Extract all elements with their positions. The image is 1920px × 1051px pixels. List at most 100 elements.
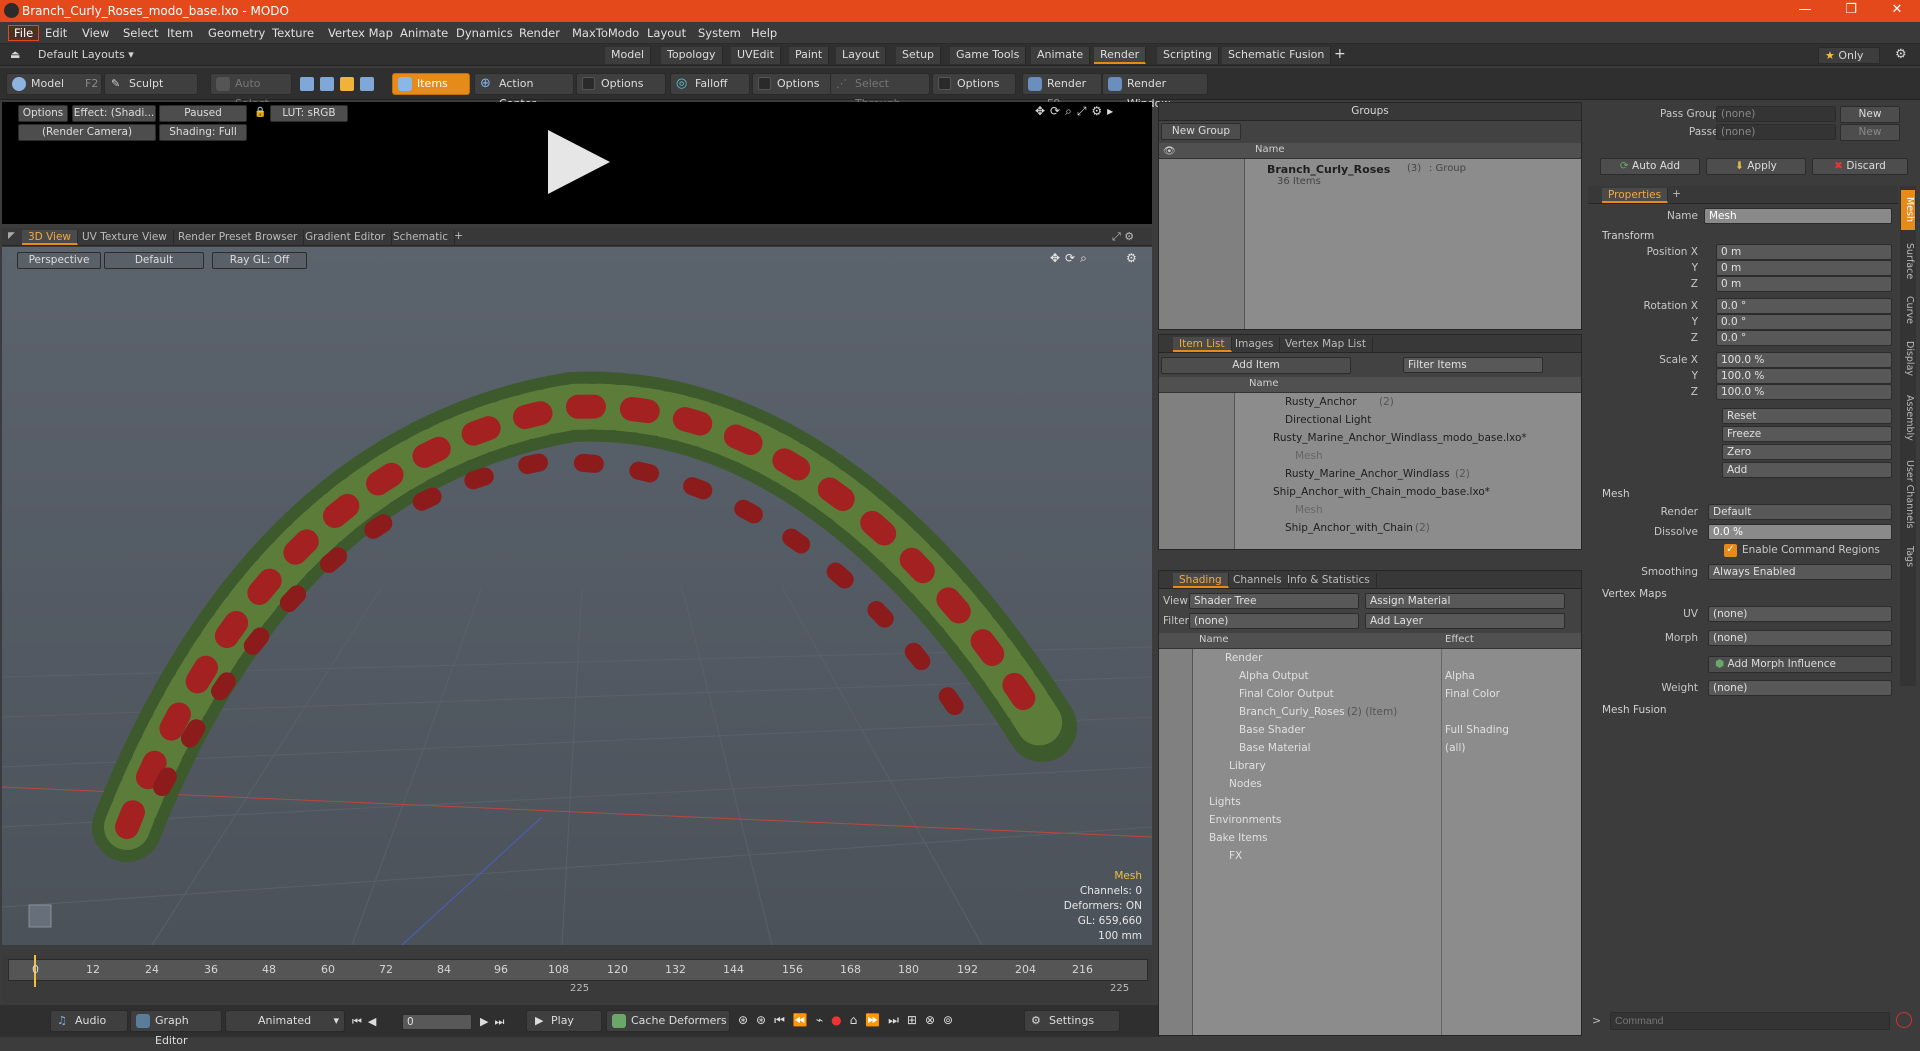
shader-row[interactable]: Bake Items [1159, 829, 1581, 847]
action-center-button[interactable]: ⊕Action Center [474, 73, 574, 110]
rotation-x-field[interactable]: 0.0 ° [1716, 298, 1892, 314]
tab-uv-texture-view[interactable]: UV Texture View [76, 230, 174, 245]
list-item[interactable]: Rusty_Marine_Anchor_Windlass (2) [1159, 465, 1581, 483]
morph-dropdown[interactable]: (none) [1708, 630, 1892, 646]
mesh-section[interactable]: Mesh [1602, 488, 1630, 500]
perspective-dropdown[interactable]: Perspective [17, 252, 101, 269]
current-frame-field[interactable]: 0 [402, 1014, 472, 1030]
menu-vertex-map[interactable]: Vertex Map [328, 26, 393, 40]
side-tab-mesh[interactable]: Mesh [1901, 190, 1915, 230]
reset-dropdown[interactable]: Reset [1722, 408, 1892, 424]
tab-schematic-fusion[interactable]: Schematic Fusion [1222, 47, 1332, 64]
tab-animate[interactable]: Animate [1031, 47, 1091, 64]
viewport-gear-icon[interactable]: ⚙ [1126, 251, 1137, 265]
pass-groups-dropdown[interactable]: (none) [1716, 106, 1836, 122]
tab-paint[interactable]: Paint [789, 47, 830, 64]
menu-item[interactable]: Item [167, 26, 193, 40]
position-x-field[interactable]: 0 m [1716, 244, 1892, 260]
menu-maxtomodo[interactable]: MaxToModo [572, 26, 639, 40]
tab-properties[interactable]: Properties [1602, 188, 1669, 203]
key-tools-icons[interactable]: ⊛⊛⏮⏪⌁●⌂⏩⏭⊞⊗⊚ [738, 1013, 1028, 1031]
layout-home-icon[interactable]: ⏏ [10, 48, 20, 61]
viewport-nav-icons[interactable]: ✥⟳⌕ [1050, 251, 1092, 266]
tab-setup[interactable]: Setup [896, 47, 942, 64]
scale-y-field[interactable]: 100.0 % [1716, 368, 1892, 384]
tab-shading[interactable]: Shading [1173, 573, 1229, 588]
side-tab-display[interactable]: Display [1901, 334, 1915, 384]
menu-animate[interactable]: Animate [400, 26, 448, 40]
restore-button[interactable]: ❐ [1828, 0, 1874, 22]
menu-dynamics[interactable]: Dynamics [456, 26, 513, 40]
menu-texture[interactable]: Texture [272, 26, 314, 40]
new-group-button[interactable]: New Group [1161, 123, 1241, 140]
menu-view[interactable]: View [82, 26, 109, 40]
shader-tree-dropdown[interactable]: Shader Tree [1189, 593, 1359, 609]
assign-material-dropdown[interactable]: Assign Material [1365, 593, 1565, 609]
tab-layout[interactable]: Layout [836, 47, 887, 64]
tab-images[interactable]: Images [1229, 337, 1281, 352]
play-button[interactable]: ▶ Play [526, 1010, 602, 1032]
tab-info-statistics[interactable]: Info & Statistics [1281, 573, 1377, 588]
side-tab-curve[interactable]: Curve [1901, 290, 1915, 330]
add-item-dropdown[interactable]: Add Item [1161, 357, 1351, 374]
menu-select[interactable]: Select [123, 26, 158, 40]
tab-3d-view[interactable]: 3D View [22, 230, 79, 245]
shader-row[interactable]: Alpha Output Alpha [1159, 667, 1581, 685]
add-tab-icon[interactable]: + [1334, 46, 1346, 62]
settings-button[interactable]: ⚙ Settings [1024, 1010, 1120, 1032]
tab-gradient-editor[interactable]: Gradient Editor [299, 230, 393, 245]
zero-dropdown[interactable]: Zero [1722, 444, 1892, 460]
play-icon[interactable] [548, 130, 610, 194]
list-item[interactable]: Mesh [1159, 447, 1581, 465]
passes-dropdown[interactable]: (none) [1716, 124, 1836, 140]
shader-row[interactable]: Environments [1159, 811, 1581, 829]
new-pass-button[interactable]: New [1840, 124, 1900, 141]
timeline[interactable]: 0 12 24 36 48 60 72 84 96 108 120 132 14… [2, 955, 1152, 1003]
menu-help[interactable]: Help [751, 26, 777, 40]
command-input[interactable] [1610, 1012, 1890, 1030]
position-y-field[interactable]: 0 m [1716, 260, 1892, 276]
list-item[interactable]: Ship_Anchor_with_Chain (2) [1159, 519, 1581, 537]
expand-icon[interactable]: ⤢ ⚙ [1112, 230, 1134, 244]
dissolve-field[interactable]: 0.0 % [1708, 524, 1892, 540]
menu-system[interactable]: System [698, 26, 741, 40]
preview-options-button[interactable]: Options [18, 105, 68, 122]
gear-icon[interactable]: ⚙ [1895, 47, 1907, 62]
shader-row[interactable]: Library [1159, 757, 1581, 775]
menu-geometry[interactable]: Geometry [208, 26, 265, 40]
items-mode-button[interactable]: Items [392, 73, 470, 95]
tab-channels[interactable]: Channels [1227, 573, 1289, 588]
effect-dropdown[interactable]: Effect: (Shadi... [72, 105, 156, 122]
discard-button[interactable]: ✖ Discard [1812, 158, 1908, 175]
raygl-dropdown[interactable]: Ray GL: Off [212, 252, 307, 269]
graph-editor-button[interactable]: Graph Editor [130, 1010, 222, 1047]
transform-section[interactable]: Transform [1602, 230, 1654, 242]
scale-x-field[interactable]: 100.0 % [1716, 352, 1892, 368]
default-style-dropdown[interactable]: Default [104, 252, 204, 269]
paused-button[interactable]: Paused [159, 105, 247, 122]
tab-vertex-map-list[interactable]: Vertex Map List [1279, 337, 1373, 352]
enable-command-regions-checkbox[interactable]: ✓ [1724, 544, 1737, 557]
shader-row[interactable]: Final Color Output Final Color [1159, 685, 1581, 703]
tab-render[interactable]: Render [1094, 47, 1147, 64]
shader-row[interactable]: Render [1159, 649, 1581, 667]
panel-menu-icon[interactable]: ◤ [8, 231, 15, 241]
falloff-options-button[interactable]: Options [752, 73, 832, 95]
render-button[interactable]: Render F9 [1022, 73, 1102, 110]
jump-end-icons[interactable]: ▶⏭ [480, 1015, 510, 1029]
rotation-y-field[interactable]: 0.0 ° [1716, 314, 1892, 330]
tab-item-list[interactable]: Item List [1173, 337, 1232, 352]
render-dropdown[interactable]: Default [1708, 504, 1892, 520]
vertex-maps-section[interactable]: Vertex Maps [1602, 588, 1667, 600]
uv-dropdown[interactable]: (none) [1708, 606, 1892, 622]
smoothing-dropdown[interactable]: Always Enabled [1708, 564, 1892, 580]
side-tab-surface[interactable]: Surface [1901, 236, 1915, 286]
auto-select-button[interactable]: Auto Select [210, 73, 292, 110]
name-field[interactable]: Mesh [1704, 208, 1892, 224]
list-item[interactable]: Directional Light [1159, 411, 1581, 429]
add-view-tab-icon[interactable]: + [454, 229, 463, 242]
lock-icon[interactable]: 🔒 [254, 107, 266, 118]
add-dropdown[interactable]: Add [1722, 462, 1892, 478]
select-through-button[interactable]: ⋰Select Through [830, 73, 930, 110]
menu-render[interactable]: Render [519, 26, 560, 40]
